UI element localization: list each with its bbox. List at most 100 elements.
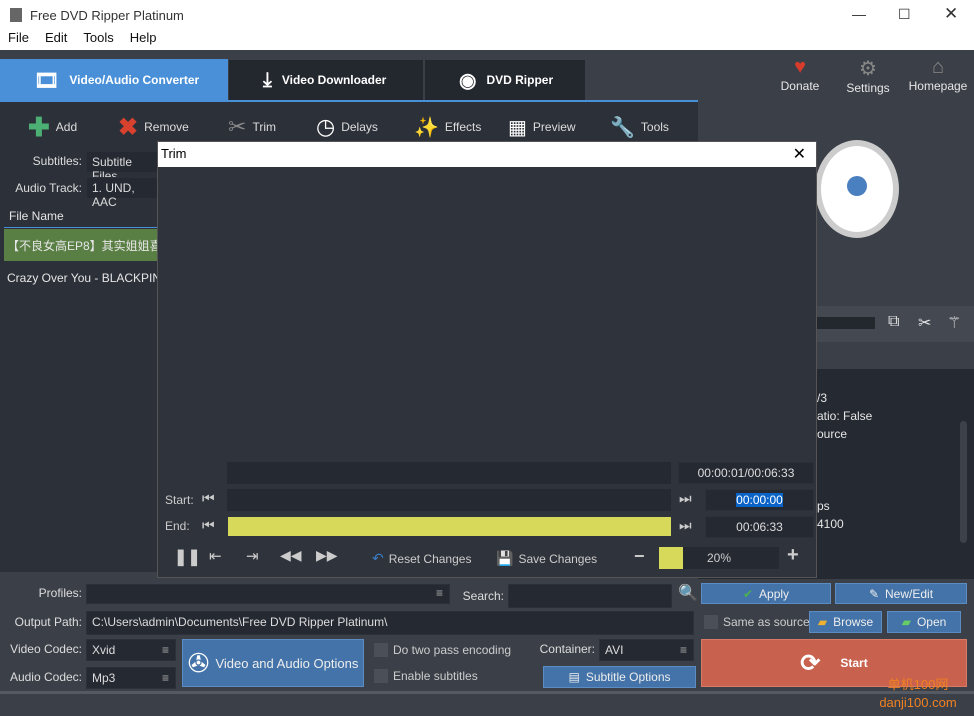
file-row[interactable]: Crazy Over You - BLACKPINK	[4, 264, 164, 292]
scissors-icon: ✂	[228, 114, 247, 139]
skip-forward-icon[interactable]: ⏭	[679, 490, 692, 507]
mark-in-icon[interactable]: ⇤	[209, 547, 222, 565]
zoom-out-icon[interactable]: −	[634, 546, 645, 567]
pause-icon[interactable]: ❚❚	[174, 547, 201, 567]
maximize-icon[interactable]: ☐	[898, 6, 911, 23]
browse-button[interactable]: ▰ Browse	[809, 611, 882, 633]
tab-label: DVD Ripper	[486, 73, 554, 87]
info-line: /3	[817, 391, 828, 405]
menu-tools[interactable]: Tools	[83, 30, 113, 50]
two-pass-checkbox[interactable]: Do two pass encoding	[374, 643, 511, 657]
mark-out-icon[interactable]: ⇥	[246, 547, 259, 565]
output-path-input[interactable]: C:\Users\admin\Documents\Free DVD Ripper…	[86, 611, 694, 635]
homepage-label: Homepage	[908, 79, 968, 93]
audio-track-select[interactable]: 1. UND, AAC	[86, 177, 166, 209]
app-icon	[10, 8, 22, 22]
audio-codec-select[interactable]: Mp3 ≡	[86, 667, 176, 689]
open-folder-icon: ▰	[901, 615, 911, 629]
reset-label: Reset Changes	[388, 551, 472, 566]
fast-forward-icon[interactable]: ▶▶	[316, 547, 338, 564]
end-time-input[interactable]: 00:06:33	[705, 516, 814, 538]
menu-help[interactable]: Help	[130, 30, 157, 50]
skip-back-icon[interactable]: ⏮	[202, 490, 215, 507]
film-icon: 🎞	[34, 69, 60, 92]
close-icon[interactable]: ✕	[944, 4, 958, 24]
tab-video-downloader[interactable]: ⤓ Video Downloader	[229, 60, 423, 100]
scrollbar[interactable]	[960, 421, 967, 543]
search-icon[interactable]: 🔍	[678, 583, 698, 603]
end-slider[interactable]	[228, 517, 671, 536]
enable-subtitles-label: Enable subtitles	[393, 669, 478, 683]
menu-file[interactable]: File	[8, 30, 29, 50]
audio-codec-label: Audio Codec:	[9, 670, 82, 684]
container-value: AVI	[605, 643, 624, 657]
external-link-icon[interactable]: ⧉	[888, 313, 899, 331]
add-button[interactable]: ✚ Add	[28, 112, 77, 142]
audio-codec-value: Mp3	[92, 671, 116, 685]
edit-icon: ✎	[868, 586, 880, 601]
open-button[interactable]: ▰ Open	[887, 611, 961, 633]
tab-dvd-ripper[interactable]: ◉ DVD Ripper	[425, 60, 585, 100]
reset-changes-button[interactable]: ↶ Reset Changes	[372, 550, 471, 567]
close-icon[interactable]: ✕	[793, 144, 806, 164]
film-reel-gear-icon: ✇	[187, 647, 210, 678]
new-edit-button[interactable]: ✎ New/Edit	[835, 583, 967, 604]
settings-button[interactable]: ⚙ Settings	[845, 56, 891, 95]
apply-button[interactable]: ✔ Apply	[701, 583, 831, 604]
tab-video-audio-converter[interactable]: 🎞 Video/Audio Converter	[0, 59, 228, 101]
effects-button[interactable]: ✨ Effects	[414, 112, 481, 142]
minimize-icon[interactable]: —	[852, 6, 866, 22]
tools-button[interactable]: 🔧 Tools	[610, 112, 669, 142]
video-audio-options-button[interactable]: ✇ Video and Audio Options	[182, 639, 364, 687]
profiles-label: Profiles:	[38, 586, 82, 600]
video-codec-select[interactable]: Xvid ≡	[86, 639, 176, 661]
menu-icon: ≡	[679, 643, 687, 657]
new-edit-label: New/Edit	[885, 586, 934, 601]
donate-button[interactable]: ♥ Donate	[780, 56, 820, 93]
clock-icon: ◷	[316, 114, 336, 139]
video-codec-label: Video Codec:	[10, 642, 82, 656]
wrench-icon: 🔧	[610, 116, 635, 139]
subtitles-select[interactable]: Subtitle Files	[86, 151, 166, 183]
start-label: Start:	[165, 493, 194, 507]
menu-edit[interactable]: Edit	[45, 30, 67, 50]
home-icon: ⌂	[931, 56, 945, 78]
add-label: Add	[55, 120, 78, 134]
skip-forward-icon[interactable]: ⏭	[679, 517, 692, 534]
browse-label: Browse	[833, 615, 874, 629]
rewind-icon[interactable]: ◀◀	[280, 547, 302, 564]
document-icon: ▤	[568, 670, 580, 684]
start-time-value: 00:00:00	[736, 493, 783, 507]
container-select[interactable]: AVI ≡	[599, 639, 694, 661]
folder-icon: ▰	[817, 615, 828, 629]
container-label: Container:	[539, 642, 595, 656]
preview-button[interactable]: ▦ Preview	[508, 112, 576, 142]
subtitle-options-button[interactable]: ▤ Subtitle Options	[543, 666, 696, 688]
trim-label: Trim	[252, 120, 276, 134]
same-as-source-checkbox[interactable]: Same as source	[704, 615, 810, 629]
seek-bar[interactable]	[227, 462, 671, 484]
undo-icon: ↶	[372, 550, 384, 566]
search-input[interactable]	[508, 584, 672, 608]
file-name-header: File Name	[4, 204, 164, 228]
same-as-source-label: Same as source	[723, 615, 810, 629]
homepage-button[interactable]: ⌂ Homepage	[906, 56, 970, 93]
trim-button[interactable]: ✂ Trim	[228, 112, 276, 142]
magic-wand-icon[interactable]: ⚚	[947, 313, 961, 333]
delays-button[interactable]: ◷ Delays	[316, 112, 378, 142]
start-slider[interactable]	[227, 489, 671, 511]
start-time-input[interactable]: 00:00:00	[705, 489, 814, 511]
profiles-select[interactable]: ≡	[86, 584, 450, 604]
save-label: Save Changes	[518, 551, 598, 566]
save-changes-button[interactable]: 💾 Save Changes	[496, 550, 597, 567]
skip-back-icon[interactable]: ⏮	[202, 517, 215, 534]
zoom-in-icon[interactable]: +	[787, 544, 799, 567]
scissors-icon[interactable]: ✂	[918, 313, 931, 333]
enable-subtitles-checkbox[interactable]: Enable subtitles	[374, 669, 478, 683]
download-icon: ⤓	[263, 68, 272, 91]
file-row-selected[interactable]: 【不良女高EP8】其实姐姐喜欢	[4, 229, 164, 261]
watermark-text: 单机100网 danji100.com	[879, 677, 957, 710]
remove-button[interactable]: ✖ Remove	[118, 112, 189, 142]
zoom-slider[interactable]: 20%	[659, 547, 779, 569]
heart-icon: ♥	[794, 56, 806, 78]
